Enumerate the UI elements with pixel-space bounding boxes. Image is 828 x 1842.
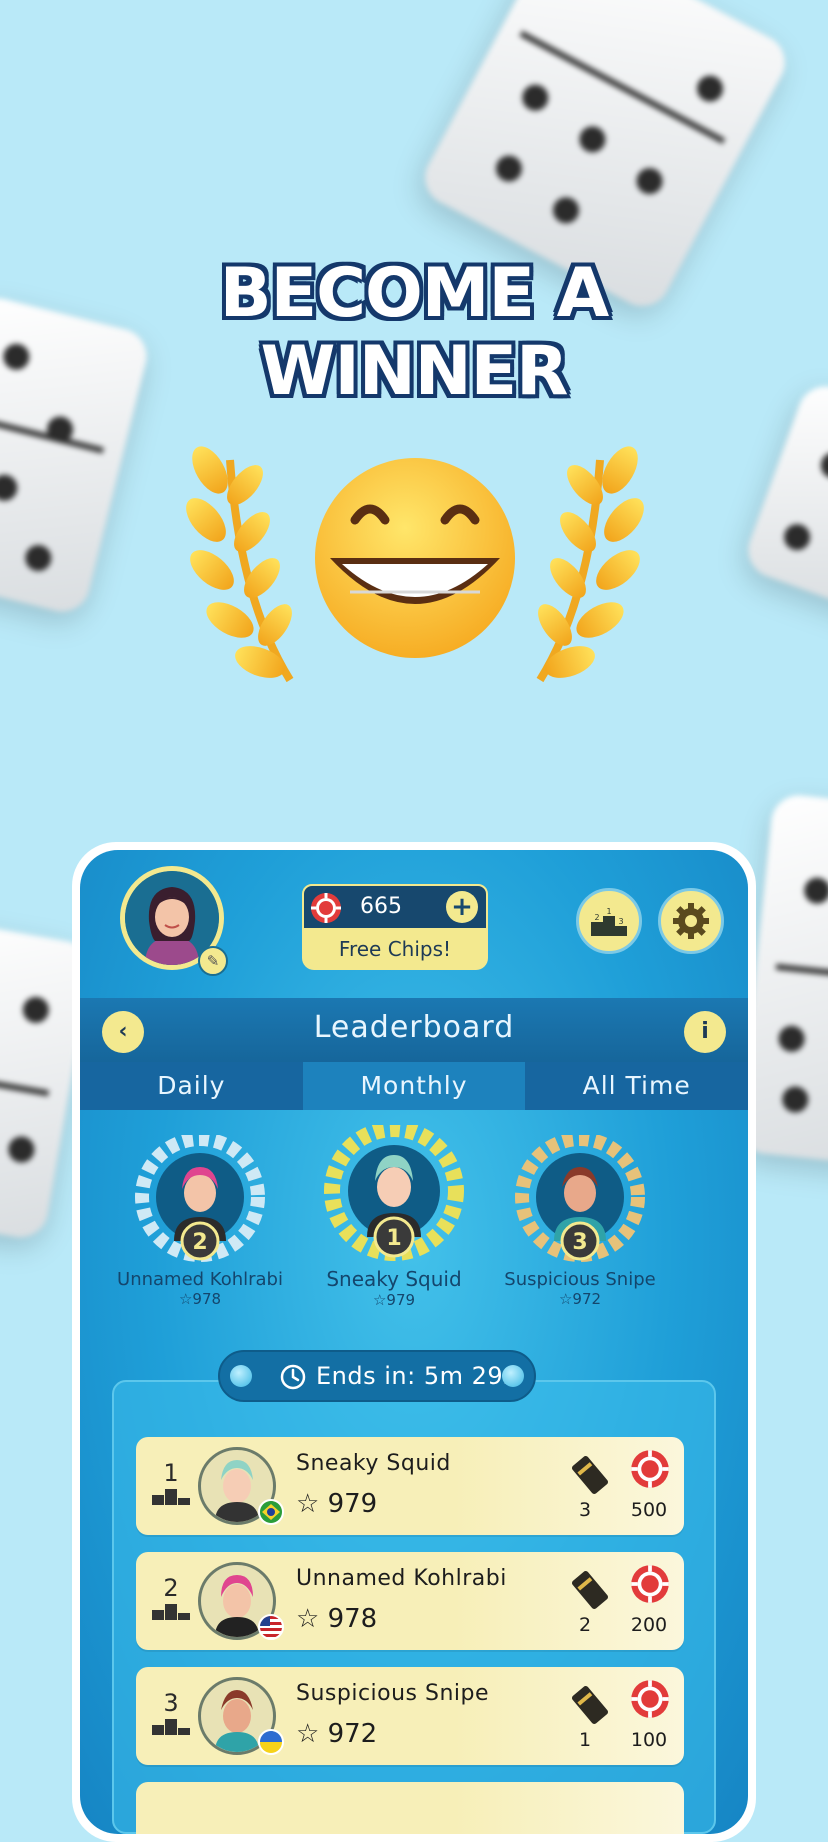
ukraine-flag-icon [258, 1729, 284, 1755]
tab-daily[interactable]: Daily [80, 1062, 303, 1110]
ticket-count: 3 [578, 1499, 592, 1521]
poker-chip-icon [631, 1450, 669, 1488]
podium-icon [152, 1489, 190, 1505]
headline: BECOME A WINNER [0, 255, 828, 411]
table-row[interactable]: 3 Suspicious Snipe ☆ 972 1 100 [136, 1667, 684, 1765]
podium-third[interactable]: 3 Suspicious Snipe ☆972 [480, 1135, 680, 1308]
row-rank: 1 [163, 1459, 179, 1487]
player-score: ☆ 979 [296, 1489, 378, 1519]
podium-rank: 3 [572, 1230, 587, 1255]
ticket-icon [572, 1456, 609, 1494]
page-title: Leaderboard [313, 1010, 515, 1045]
chip-prize: 200 [630, 1614, 668, 1636]
chip-prize: 100 [630, 1729, 668, 1751]
player-score: ☆ 978 [296, 1604, 378, 1634]
timer-left-dot [230, 1365, 252, 1387]
chips-balance: 665 + Free Chips! [302, 884, 488, 976]
poker-chip-icon [631, 1565, 669, 1603]
top-three-podium: 2 Unnamed Kohlrabi ☆978 1 Sneaky Squid ☆… [80, 1125, 748, 1345]
podium-score: ☆979 [372, 1291, 416, 1309]
silver-laurel-icon: 2 [135, 1135, 265, 1262]
tab-monthly[interactable]: Monthly [302, 1062, 526, 1110]
ticket-count: 1 [578, 1729, 592, 1751]
headline-line1: BECOME A [219, 254, 609, 333]
headline-line2: WINNER [260, 332, 569, 411]
gold-laurel-icon: 1 [324, 1125, 464, 1261]
player-score: ☆ 972 [296, 1719, 378, 1749]
podium-rank: 1 [386, 1226, 401, 1251]
ranking-list[interactable]: 1 Sneaky Squid ☆ 979 3 500 2 Unnamed Koh… [112, 1380, 716, 1834]
usa-flag-icon [258, 1614, 284, 1640]
info-button[interactable]: i [684, 1011, 726, 1053]
brazil-flag-icon [258, 1499, 284, 1525]
ticket-count: 2 [578, 1614, 592, 1636]
player-name: Sneaky Squid [296, 1451, 451, 1476]
period-tabs: Daily Monthly All Time [80, 1062, 748, 1110]
chip-prize: 500 [630, 1499, 668, 1521]
table-row[interactable]: 2 Unnamed Kohlrabi ☆ 978 2 200 [136, 1552, 684, 1650]
game-screen: ✎ 665 + Free Chips! 1 2 3 ‹ Leaderboard … [80, 850, 748, 1834]
podium-rank: 2 [192, 1230, 207, 1255]
podium-first[interactable]: 1 Sneaky Squid ☆979 [294, 1125, 494, 1309]
tab-all-time[interactable]: All Time [525, 1062, 748, 1110]
row-rank: 2 [163, 1574, 179, 1602]
timer-right-dot [502, 1365, 524, 1387]
free-chips-button[interactable]: Free Chips! [302, 928, 488, 970]
phone-frame: ✎ 665 + Free Chips! 1 2 3 ‹ Leaderboard … [72, 842, 756, 1842]
podium-icon [152, 1604, 190, 1620]
player-name: Suspicious Snipe [296, 1681, 490, 1706]
svg-text:1: 1 [606, 907, 611, 916]
podium-score: ☆972 [558, 1290, 602, 1308]
table-row[interactable]: 1 Sneaky Squid ☆ 979 3 500 [136, 1437, 684, 1535]
add-chips-button[interactable]: + [446, 891, 478, 923]
podium-name: Unnamed Kohlrabi [117, 1269, 283, 1290]
top-bar: ✎ 665 + Free Chips! 1 2 3 [80, 850, 748, 990]
podium-icon: 1 2 3 [591, 907, 627, 936]
podium-second[interactable]: 2 Unnamed Kohlrabi ☆978 [100, 1135, 300, 1308]
clock-icon [280, 1364, 306, 1390]
svg-text:2: 2 [594, 913, 599, 922]
podium-name: Sneaky Squid [326, 1267, 462, 1291]
chips-counter: 665 + [302, 884, 488, 930]
leaderboard-podium-button[interactable]: 1 2 3 [576, 888, 642, 954]
edit-pencil-icon[interactable]: ✎ [198, 946, 228, 976]
player-name: Unnamed Kohlrabi [296, 1566, 507, 1591]
podium-icon [152, 1719, 190, 1735]
domino-decoration [740, 378, 828, 622]
chips-value: 665 [360, 894, 402, 919]
table-row[interactable] [136, 1782, 684, 1834]
bronze-laurel-icon: 3 [515, 1135, 645, 1262]
row-rank: 3 [163, 1689, 179, 1717]
ticket-icon [572, 1686, 609, 1724]
leaderboard-header: ‹ Leaderboard i [80, 998, 748, 1062]
grinning-emoji-laurel-icon [186, 446, 644, 683]
podium-name: Suspicious Snipe [504, 1269, 656, 1290]
settings-button[interactable] [658, 888, 724, 954]
svg-text:3: 3 [618, 917, 623, 926]
poker-chip-icon [311, 893, 341, 923]
poker-chip-icon [631, 1680, 669, 1718]
timer-badge: Ends in: 5m 29s [218, 1350, 536, 1402]
gear-icon [673, 903, 709, 939]
ticket-icon [572, 1571, 609, 1609]
timer-text: Ends in: 5m 29s [316, 1362, 517, 1390]
podium-score: ☆978 [178, 1290, 222, 1308]
